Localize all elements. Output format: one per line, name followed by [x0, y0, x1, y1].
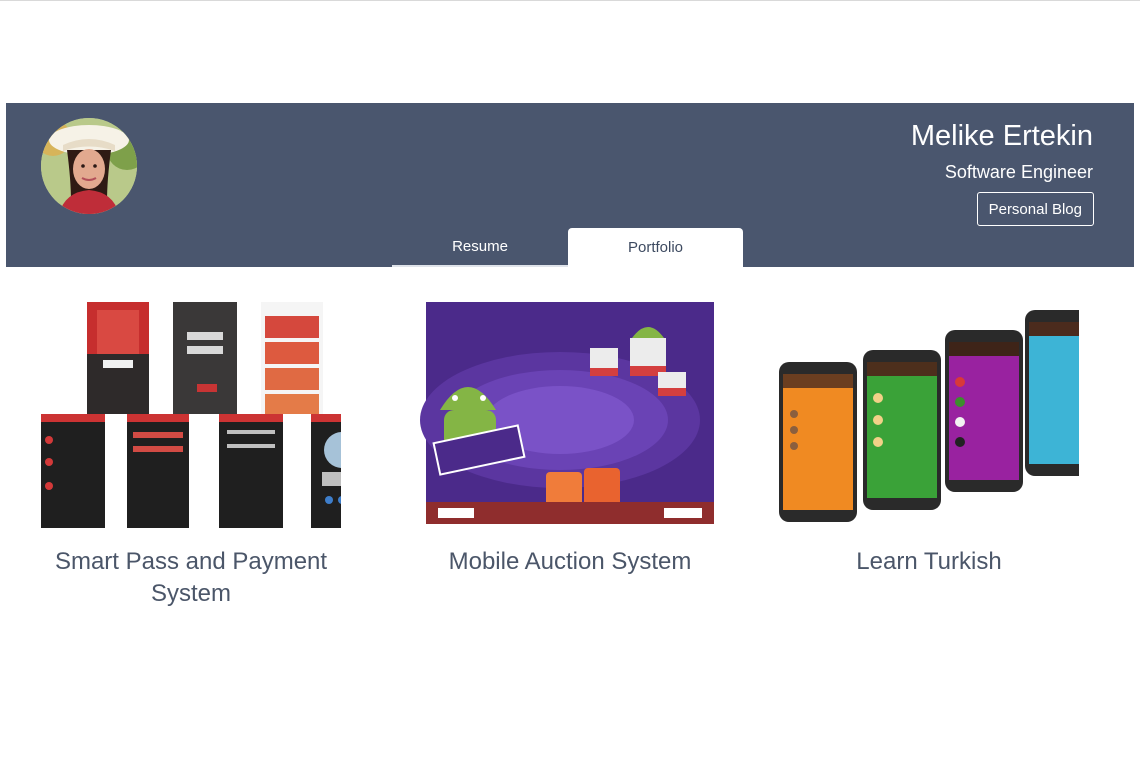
project-title[interactable]: Smart Pass and Payment System [41, 546, 341, 610]
profile-avatar [41, 118, 137, 214]
profile-header: Melike Ertekin Software Engineer Persona… [6, 103, 1134, 267]
profile-tabs: Resume Portfolio [392, 228, 743, 267]
top-border [0, 0, 1140, 1]
profile-title: Software Engineer [944, 162, 1093, 182]
project-smart-pass[interactable]: Smart Pass and Payment System [41, 302, 373, 610]
mobile-auction-thumbnail[interactable] [420, 302, 720, 528]
smart-pass-thumbnail[interactable] [41, 302, 373, 528]
project-title[interactable]: Mobile Auction System [420, 546, 720, 578]
tab-resume[interactable]: Resume [392, 228, 568, 267]
project-mobile-auction[interactable]: Mobile Auction System [420, 302, 720, 578]
profile-name: Melike Ertekin [910, 120, 1093, 152]
project-learn-turkish[interactable]: Learn Turkish [779, 302, 1105, 578]
tab-portfolio[interactable]: Portfolio [568, 228, 743, 267]
project-title[interactable]: Learn Turkish [779, 546, 1079, 578]
learn-turkish-thumbnail[interactable] [779, 302, 1105, 528]
personal-blog-button[interactable]: Personal Blog [976, 192, 1094, 226]
